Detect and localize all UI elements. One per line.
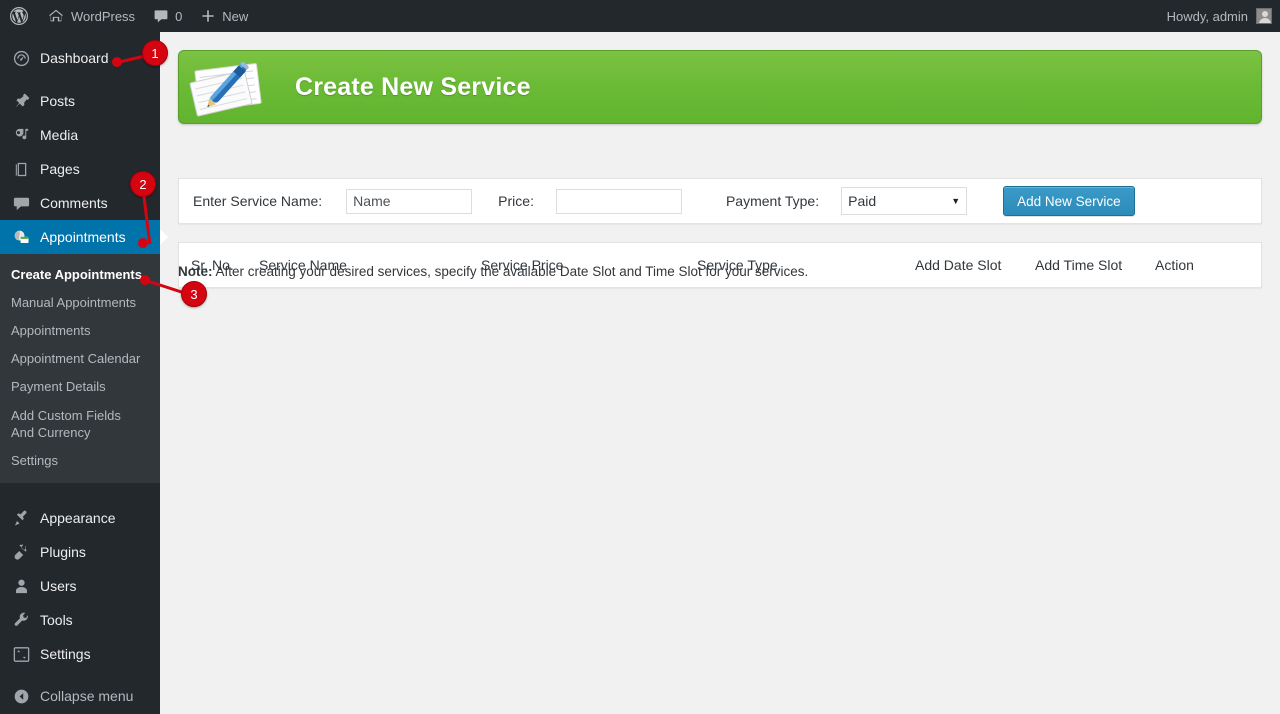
sidebar-item-pages[interactable]: Pages [0, 152, 160, 186]
user-avatar-icon[interactable] [1256, 8, 1272, 24]
column-header-action: Action [1155, 257, 1194, 273]
comments-count: 0 [175, 8, 183, 24]
page-banner: Create New Service [178, 50, 1262, 124]
plug-icon [11, 542, 31, 562]
submenu-item-appointment-calendar[interactable]: Appointment Calendar [0, 345, 160, 373]
collapse-arrow-icon [11, 686, 31, 706]
column-header-add-date-slot: Add Date Slot [915, 257, 1002, 273]
create-service-form: Enter Service Name: Price: Payment Type:… [178, 178, 1262, 224]
comment-bubble-icon [153, 8, 169, 24]
sidebar-item-posts[interactable]: Posts [0, 84, 160, 118]
notepad-pen-icon [181, 51, 277, 123]
submenu-item-create-appointments[interactable]: Create Appointments [0, 261, 160, 289]
submenu-item-settings[interactable]: Settings [0, 447, 160, 475]
new-content-button[interactable]: New [191, 0, 257, 32]
site-name-label: WordPress [71, 8, 136, 24]
paintbrush-icon [11, 508, 31, 528]
wrench-icon [11, 610, 31, 630]
page-document-icon [11, 159, 31, 179]
price-label: Price: [498, 193, 534, 209]
sidebar-item-users[interactable]: Users [0, 569, 160, 603]
admin-sidebar: Dashboard Posts Media Pages Comments App… [0, 32, 168, 714]
chevron-down-icon: ▼ [951, 195, 961, 206]
new-content-label: New [222, 8, 249, 24]
user-icon [11, 576, 31, 596]
add-new-service-button[interactable]: Add New Service [1003, 186, 1135, 216]
sidebar-item-label: Appearance [40, 510, 116, 526]
page-title: Create New Service [295, 72, 531, 101]
admin-bar: WordPress 0 New Howdy, admin [0, 0, 1280, 32]
payment-type-label: Payment Type: [725, 193, 820, 209]
sidebar-item-label: Settings [40, 646, 91, 662]
plus-icon [200, 8, 216, 24]
payment-type-select[interactable]: Paid ▼ [841, 187, 968, 215]
service-name-input[interactable] [346, 188, 473, 214]
wordpress-logo-icon [9, 6, 29, 26]
media-music-icon [11, 125, 31, 145]
sidebar-item-label: Users [40, 578, 77, 594]
service-name-label: Enter Service Name: [193, 193, 323, 209]
home-icon [47, 7, 65, 25]
sidebar-item-plugins[interactable]: Plugins [0, 535, 160, 569]
price-input[interactable] [555, 188, 682, 214]
sidebar-divider [0, 75, 160, 84]
sidebar-divider [0, 483, 160, 501]
payment-type-selected-value: Paid [848, 193, 877, 209]
appointments-submenu: Create Appointments Manual Appointments … [0, 254, 160, 483]
comments-bubble-button[interactable]: 0 [144, 0, 191, 32]
submenu-item-appointments[interactable]: Appointments [0, 317, 160, 345]
sliders-icon [11, 644, 31, 664]
collapse-menu-button[interactable]: Collapse menu [0, 679, 160, 713]
comment-bubble-icon [11, 193, 31, 213]
column-header-add-time-slot: Add Time Slot [1035, 257, 1123, 273]
note-body: After creating your desired services, sp… [212, 264, 809, 279]
wordpress-logo-button[interactable] [0, 0, 38, 32]
sidebar-item-label: Dashboard [40, 50, 109, 66]
pushpin-icon [11, 91, 31, 111]
admin-bar-right: Howdy, admin [1167, 8, 1280, 24]
sidebar-item-label: Plugins [40, 544, 86, 560]
sidebar-item-label: Pages [40, 161, 80, 177]
sidebar-item-label: Media [40, 127, 79, 143]
site-name-button[interactable]: WordPress [38, 0, 144, 32]
appointments-calendar-icon [11, 227, 31, 247]
sidebar-item-appearance[interactable]: Appearance [0, 501, 160, 535]
submenu-item-manual-appointments[interactable]: Manual Appointments [0, 289, 160, 317]
sidebar-item-label: Comments [40, 195, 108, 211]
sidebar-item-settings[interactable]: Settings [0, 637, 160, 671]
note-prefix: Note: [178, 264, 213, 279]
sidebar-item-tools[interactable]: Tools [0, 603, 160, 637]
sidebar-item-appointments[interactable]: Appointments [0, 220, 168, 254]
sidebar-item-comments[interactable]: Comments [0, 186, 160, 220]
sidebar-item-media[interactable]: Media [0, 118, 160, 152]
sidebar-item-label: Posts [40, 93, 76, 109]
sidebar-item-label: Appointments [40, 229, 126, 245]
submenu-item-add-custom-fields-and-currency[interactable]: Add Custom Fields And Currency [0, 401, 160, 447]
sidebar-item-label: Tools [40, 612, 73, 628]
sidebar-divider [0, 671, 160, 679]
howdy-label[interactable]: Howdy, admin [1167, 9, 1256, 24]
collapse-menu-label: Collapse menu [40, 688, 134, 704]
submenu-item-payment-details[interactable]: Payment Details [0, 373, 160, 401]
sidebar-item-dashboard[interactable]: Dashboard [0, 41, 160, 75]
main-content: Create New Service Enter Service Name: P… [160, 32, 1280, 714]
dashboard-gauge-icon [11, 48, 31, 68]
note-text: Note: After creating your desired servic… [178, 264, 808, 279]
